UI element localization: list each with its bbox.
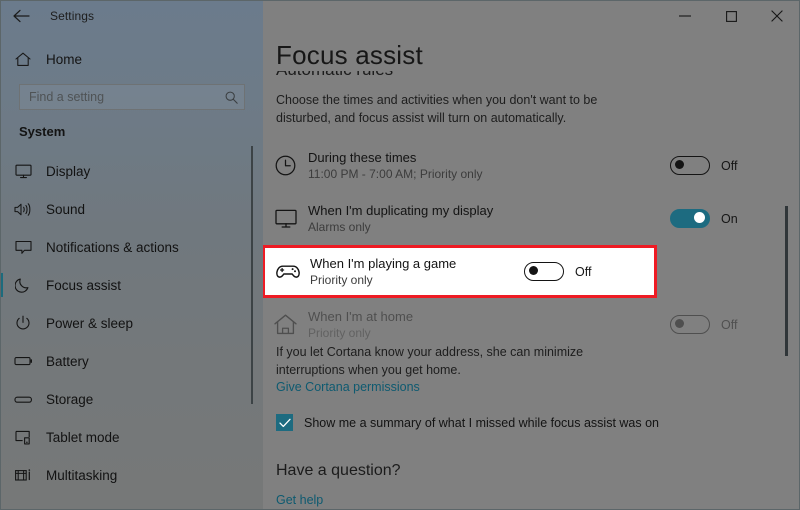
tablet-icon [0, 430, 46, 445]
sidebar-item-battery[interactable]: Battery [0, 342, 263, 380]
section-description: Choose the times and activities when you… [276, 93, 598, 125]
titlebar-left: Settings [0, 0, 263, 32]
power-icon [0, 315, 46, 331]
clock-icon [263, 155, 308, 176]
storage-icon [0, 394, 46, 405]
maximize-button[interactable] [708, 0, 754, 32]
rule-text: When I'm playing a game Priority only [310, 255, 524, 289]
automatic-rules-list: During these times 11:00 PM - 7:00 AM; P… [263, 139, 800, 351]
search-icon[interactable] [225, 91, 238, 104]
toggle-area: Off [524, 262, 654, 281]
search-input[interactable] [29, 90, 225, 104]
sidebar-item-label: Power & sleep [46, 315, 134, 331]
toggle-area: On [670, 209, 800, 228]
rule-text: When I'm at home Priority only [308, 308, 670, 342]
sidebar-item-label: Multitasking [46, 467, 118, 483]
give-cortana-permissions-link[interactable]: Give Cortana permissions [276, 380, 420, 394]
sidebar-item-notifications-actions[interactable]: Notifications & actions [0, 228, 263, 266]
sidebar-scrollbar[interactable] [251, 146, 253, 404]
monitor-icon [0, 164, 46, 179]
summary-checkbox[interactable] [276, 414, 293, 431]
main-content: Automatic rules Focus assist Choose the … [263, 0, 800, 510]
home-icon [0, 52, 46, 67]
moon-icon [0, 277, 46, 293]
rule-toggle-switch [670, 315, 710, 334]
minimize-button[interactable] [662, 0, 708, 32]
toggle-state-label: Off [575, 264, 592, 279]
rule-row-highlighted[interactable]: When I'm playing a game Priority only Of… [263, 245, 657, 298]
toggle-state-label: Off [721, 158, 738, 173]
sidebar-item-label: Focus assist [46, 277, 122, 293]
sidebar-item-label: Notifications & actions [46, 239, 179, 255]
rule-toggle-switch[interactable] [524, 262, 564, 281]
sidebar-item-label: Storage [46, 391, 94, 407]
sidebar-item-power-sleep[interactable]: Power & sleep [0, 304, 263, 342]
sidebar-item-label: Display [46, 163, 91, 179]
toggle-state-label: On [721, 211, 738, 226]
rule-row[interactable]: During these times 11:00 PM - 7:00 AM; P… [263, 139, 800, 192]
sidebar-home-label: Home [46, 51, 83, 67]
rule-title: When I'm duplicating my display [308, 202, 494, 218]
sidebar-nav: Display Sound Notifications & actions Fo… [0, 152, 263, 494]
house-icon [263, 314, 308, 335]
rule-subtitle: 11:00 PM - 7:00 AM; Priority only [308, 166, 483, 181]
sidebar-item-label: Tablet mode [46, 429, 120, 445]
rule-subtitle: Priority only [310, 272, 373, 287]
sidebar-item-tablet-mode[interactable]: Tablet mode [0, 418, 263, 456]
gamepad-icon [265, 262, 310, 281]
rule-text: When I'm duplicating my display Alarms o… [308, 202, 670, 236]
speaker-icon [0, 202, 46, 217]
rule-title: When I'm playing a game [310, 255, 457, 271]
rule-subtitle: Priority only [308, 325, 371, 340]
get-help-link[interactable]: Get help [276, 493, 323, 507]
rule-title: During these times [308, 149, 417, 165]
rule-toggle-switch[interactable] [670, 156, 710, 175]
app-title: Settings [50, 9, 95, 23]
multitasking-icon [0, 468, 46, 483]
rule-title: When I'm at home [308, 308, 414, 324]
settings-window: Settings Home Syste [0, 0, 800, 510]
rule-subtitle: Alarms only [308, 219, 371, 234]
sidebar: Settings Home Syste [0, 0, 263, 510]
question-heading: Have a question? [276, 462, 401, 479]
summary-checkbox-label: Show me a summary of what I missed while… [304, 415, 659, 430]
rule-text: During these times 11:00 PM - 7:00 AM; P… [308, 149, 670, 183]
selection-indicator [0, 273, 3, 297]
search-field-wrapper[interactable] [19, 84, 245, 110]
back-arrow-icon[interactable] [0, 0, 42, 32]
sidebar-item-label: Battery [46, 353, 89, 369]
sidebar-item-display[interactable]: Display [0, 152, 263, 190]
notification-icon [0, 240, 46, 255]
sidebar-item-sound[interactable]: Sound [0, 190, 263, 228]
cortana-note: If you let Cortana know your address, sh… [276, 345, 584, 377]
rule-row[interactable]: When I'm duplicating my display Alarms o… [263, 192, 800, 245]
close-button[interactable] [754, 0, 800, 32]
content-scrollbar[interactable] [785, 206, 788, 356]
page-title: Focus assist [276, 40, 437, 71]
toggle-area: Off [670, 156, 800, 175]
sidebar-item-storage[interactable]: Storage [0, 380, 263, 418]
toggle-state-label: Off [721, 317, 738, 332]
sidebar-item-multitasking[interactable]: Multitasking [0, 456, 263, 494]
search-box[interactable] [19, 84, 245, 110]
monitor-icon [263, 209, 308, 229]
sidebar-item-home[interactable]: Home [0, 44, 263, 74]
summary-checkbox-row[interactable]: Show me a summary of what I missed while… [276, 414, 659, 431]
battery-icon [0, 355, 46, 367]
sidebar-item-label: Sound [46, 201, 86, 217]
rule-toggle-switch[interactable] [670, 209, 710, 228]
toggle-area: Off [670, 315, 800, 334]
sidebar-group-title: System [19, 124, 66, 139]
sidebar-item-focus-assist[interactable]: Focus assist [0, 266, 263, 304]
window-controls [662, 0, 800, 32]
